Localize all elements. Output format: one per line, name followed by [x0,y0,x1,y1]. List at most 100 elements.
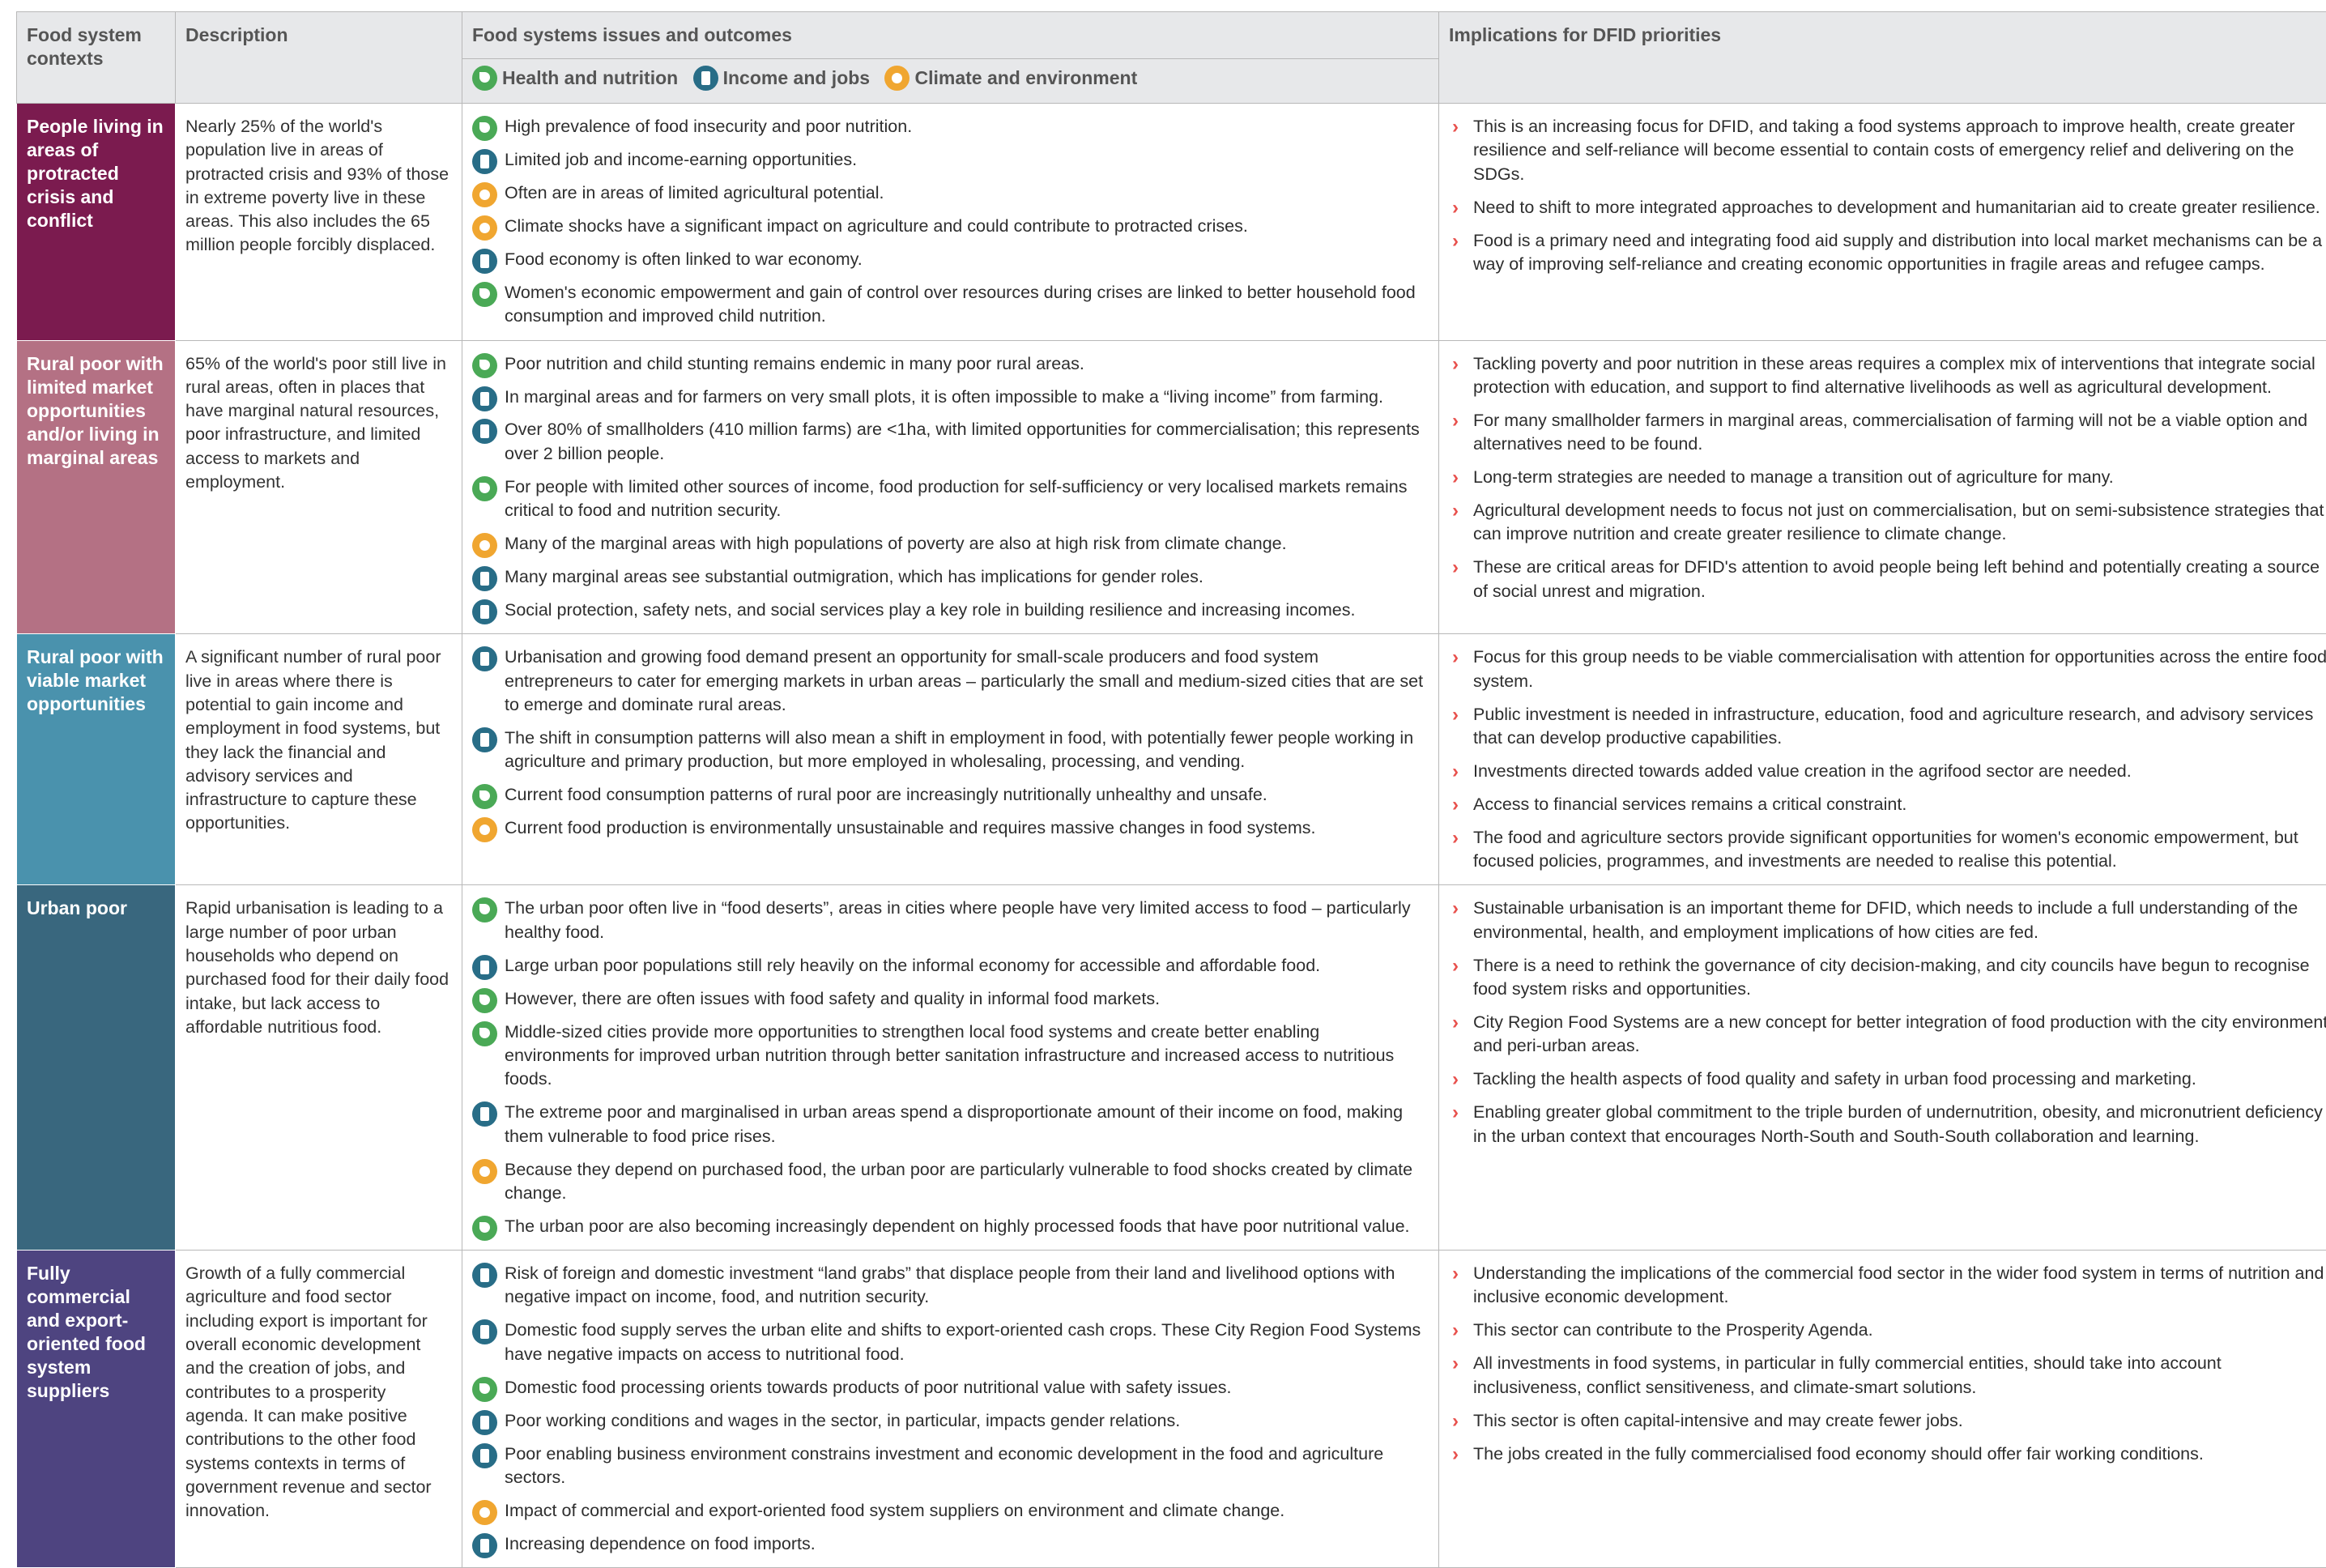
chevron-right-icon: › [1452,196,1459,219]
implication-text: Tackling poverty and poor nutrition in t… [1473,354,2315,397]
issue-text: Impact of commercial and export-oriented… [505,1501,1284,1520]
context-cell: Rural poor with limited market opportuni… [17,340,176,634]
chevron-right-icon: › [1452,646,1459,669]
issue-text: Often are in areas of limited agricultur… [505,183,884,202]
health-icon [472,353,497,378]
implication-item: › Access to financial services remains a … [1449,793,2326,816]
issue-item: Poor enabling business environment const… [472,1442,1429,1490]
issue-text: The urban poor are also becoming increas… [505,1216,1410,1236]
chevron-right-icon: › [1452,352,1459,376]
implication-item: ›The jobs created in the fully commercia… [1449,1442,2326,1466]
chevron-right-icon: › [1452,466,1459,489]
income-icon [472,1533,497,1558]
legend-income: Income and jobs [693,66,870,91]
issue-text: The shift in consumption patterns will a… [505,728,1413,771]
issue-item: Current food production is environmental… [472,816,1429,840]
income-icon [472,149,497,174]
context-cell: Urban poor [17,885,176,1251]
issue-text: Limited job and income-earning opportuni… [505,150,857,169]
implication-text: The food and agriculture sectors provide… [1473,828,2298,871]
table-row: Fully commercial and export-oriented foo… [17,1251,2326,1568]
income-icon [472,1263,497,1288]
chevron-right-icon: › [1452,793,1459,816]
implication-text: Sustainable urbanisation is an important… [1473,898,2298,941]
implications-cell: ›Understanding the implications of the c… [1439,1251,2326,1568]
implication-text: Enabling greater global commitment to th… [1473,1102,2323,1145]
climate-icon [472,1159,497,1184]
chevron-right-icon: › [1452,1352,1459,1375]
food-systems-table: Food system contexts Description Food sy… [16,11,2326,1568]
chevron-right-icon: › [1452,1409,1459,1433]
chevron-right-icon: › [1452,229,1459,253]
implication-text: There is a need to rethink the governanc… [1473,956,2310,999]
issue-text: However, there are often issues with foo… [505,989,1160,1008]
issues-cell: Poor nutrition and child stunting remain… [462,340,1439,634]
income-icon [693,66,718,91]
climate-icon [472,215,497,241]
health-icon [472,282,497,307]
context-cell: People living in areas of protracted cri… [17,104,176,341]
issue-item: Social protection, safety nets, and soci… [472,599,1429,622]
issues-cell: Urbanisation and growing food demand pre… [462,634,1439,885]
issue-item: Food economy is often linked to war econ… [472,248,1429,271]
implication-item: ›There is a need to rethink the governan… [1449,954,2326,1002]
chevron-right-icon: › [1452,1011,1459,1034]
description-cell: 65% of the world's poor still live in ru… [176,340,462,634]
issues-cell: High prevalence of food insecurity and p… [462,104,1439,341]
issue-text: Current food consumption patterns of rur… [505,785,1267,804]
implication-item: ›All investments in food systems, in par… [1449,1352,2326,1400]
issue-text: In marginal areas and for farmers on ver… [505,387,1383,407]
issue-item: In marginal areas and for farmers on ver… [472,386,1429,409]
income-icon [472,1443,497,1468]
income-icon [472,1319,497,1344]
issue-item: Women's economic empowerment and gain of… [472,281,1429,329]
issue-text: Many marginal areas see substantial outm… [505,567,1203,586]
health-icon [472,1216,497,1241]
issue-text: Women's economic empowerment and gain of… [505,283,1416,326]
issue-text: Urbanisation and growing food demand pre… [505,647,1423,714]
implication-item: ›For many smallholder farmers in margina… [1449,409,2326,457]
implication-item: ›Investments directed towards added valu… [1449,760,2326,783]
legend: Health and nutrition Income and jobs Cli… [462,59,1439,104]
chevron-right-icon: › [1452,897,1459,920]
health-icon [472,784,497,809]
issue-item: Often are in areas of limited agricultur… [472,181,1429,205]
issue-item: Current food consumption patterns of rur… [472,783,1429,807]
issue-item: Many marginal areas see substantial outm… [472,565,1429,589]
issue-text: For people with limited other sources of… [505,477,1408,520]
issue-text: Risk of foreign and domestic investment … [505,1263,1395,1306]
issue-text: Food economy is often linked to war econ… [505,249,863,269]
implication-text: Tackling the health aspects of food qual… [1473,1069,2196,1089]
income-icon [472,249,497,274]
implication-text: Access to financial services remains a c… [1473,795,1906,814]
issue-text: Social protection, safety nets, and soci… [505,600,1355,620]
issue-text: The extreme poor and marginalised in urb… [505,1102,1403,1145]
issues-cell: The urban poor often live in “food deser… [462,885,1439,1251]
page: Food system contexts Description Food sy… [0,0,2326,1547]
income-icon [472,1410,497,1435]
implication-item: ›Long-term strategies are needed to mana… [1449,466,2326,489]
income-icon [472,727,497,752]
health-icon [472,66,497,91]
income-icon [472,386,497,411]
implications-cell: ›Focus for this group needs to be viable… [1439,634,2326,885]
chevron-right-icon: › [1452,1319,1459,1342]
issue-text: High prevalence of food insecurity and p… [505,117,912,136]
issue-item: Large urban poor populations still rely … [472,954,1429,978]
issue-text: Increasing dependence on food imports. [505,1534,816,1553]
implication-text: This is an increasing focus for DFID, an… [1473,117,2295,184]
issue-text: Many of the marginal areas with high pop… [505,534,1287,553]
issue-text: Poor enabling business environment const… [505,1444,1383,1487]
implication-item: › Sustainable urbanisation is an importan… [1449,897,2326,944]
issue-text: Climate shocks have a significant impact… [505,216,1248,236]
issue-item: Increasing dependence on food imports. [472,1532,1429,1556]
income-icon [472,419,497,444]
chevron-right-icon: › [1452,826,1459,850]
issue-item: For people with limited other sources of… [472,475,1429,523]
issue-item: The urban poor often live in “food deser… [472,897,1429,944]
header-row: Food system contexts Description Food sy… [17,12,2326,59]
implications-cell: › This is an increasing focus for DFID, a… [1439,104,2326,341]
issue-item: Poor nutrition and child stunting remain… [472,352,1429,376]
chevron-right-icon: › [1452,556,1459,579]
description-cell: Rapid urbanisation is leading to a large… [176,885,462,1251]
